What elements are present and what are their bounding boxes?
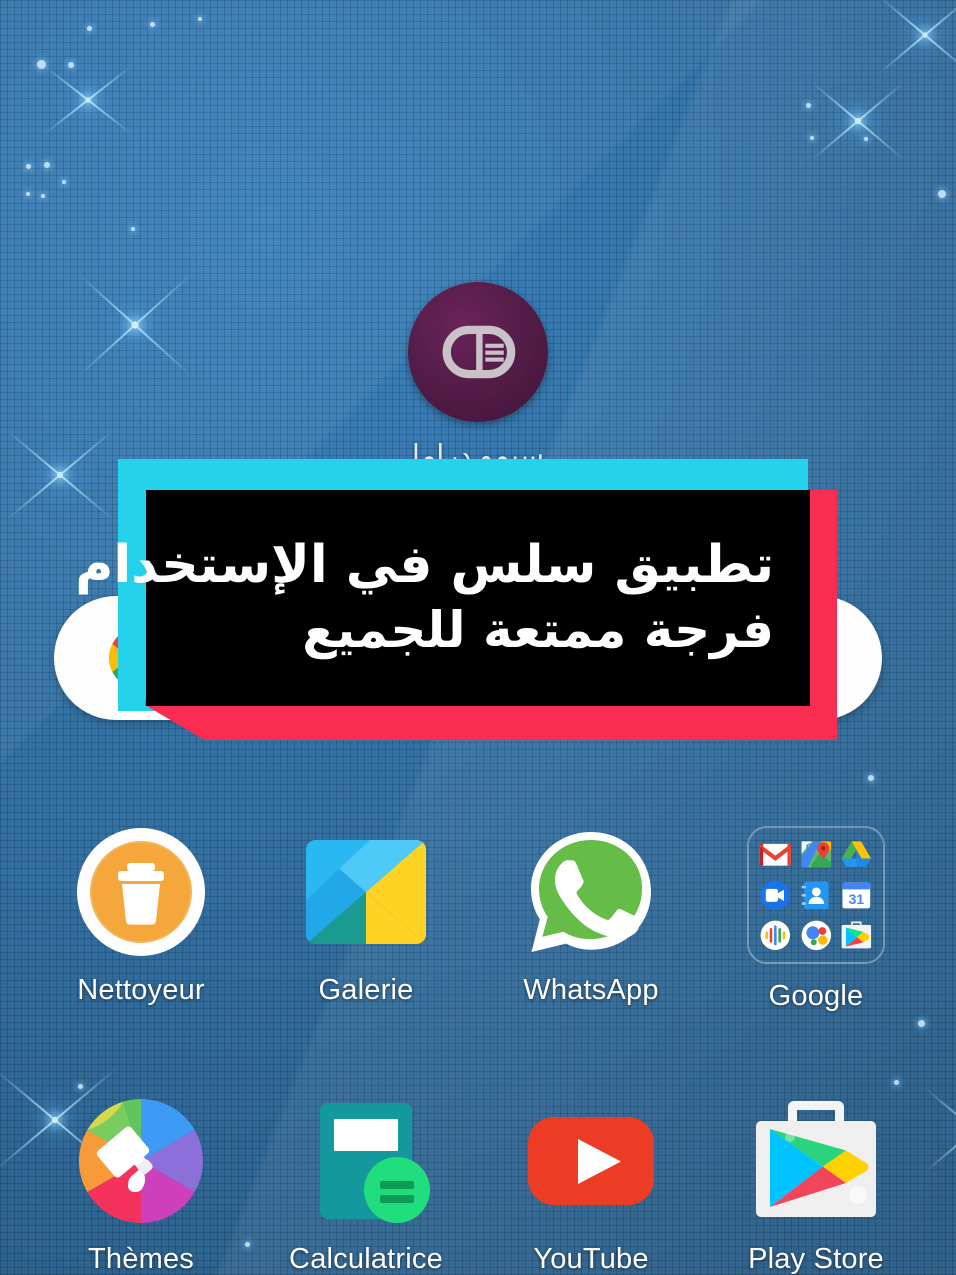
play-store-icon — [750, 1095, 882, 1227]
star-dot-icon — [44, 162, 50, 168]
drive-icon — [841, 841, 872, 867]
maps-icon: G — [801, 841, 831, 868]
calendar-31-icon: 31 — [842, 881, 871, 908]
app-label: Play Store — [748, 1243, 884, 1275]
star-dot-icon — [810, 136, 814, 140]
star-dot-icon — [26, 192, 30, 196]
google-folder-icon: G 31 — [747, 826, 885, 964]
star-sparkle-icon — [938, 98, 956, 248]
app-label: Thèmes — [88, 1243, 194, 1275]
app-label: Calculatrice — [289, 1243, 443, 1275]
star-dot-icon — [868, 775, 874, 781]
app-folder-google[interactable]: G 31 Google — [716, 826, 916, 1013]
podcasts-icon — [760, 920, 791, 951]
promo-banner-panel: تطبيق سلس في الإستخدام فرجة ممتعة للجميع — [75, 490, 810, 706]
duo-icon — [760, 880, 791, 910]
star-sparkle-icon — [28, 40, 148, 160]
star-dot-icon — [198, 17, 202, 21]
star-dot-icon — [245, 1242, 250, 1247]
app-icon-whatsapp[interactable]: WhatsApp — [491, 826, 691, 1007]
app-label: Galerie — [318, 974, 414, 1006]
svg-text:G: G — [806, 842, 813, 853]
gallery-icon — [300, 826, 432, 958]
app-label: WhatsApp — [523, 974, 659, 1006]
star-dot-icon — [78, 1084, 83, 1089]
promo-banner: تطبيق سلس في الإستخدام فرجة ممتعة للجميع — [0, 0, 956, 1275]
star-dot-icon — [918, 1020, 925, 1027]
star-dot-icon — [938, 190, 946, 198]
promo-banner-line-1: تطبيق سلس في الإستخدام — [75, 534, 774, 595]
app-icon-play-store[interactable]: Play Store — [716, 1095, 916, 1275]
app-label: Google — [768, 980, 864, 1012]
youtube-icon — [525, 1095, 657, 1227]
star-dot-icon — [26, 164, 31, 169]
app-icon-nettoyeur[interactable]: Nettoyeur — [41, 826, 241, 1007]
home-screen: سيمو دراما Nettoyeur Galerie WhatsApp G … — [0, 0, 956, 1275]
star-dot-icon — [62, 180, 66, 184]
play-store-mini-icon — [841, 921, 872, 949]
whatsapp-icon — [525, 826, 657, 958]
app-icon-galerie[interactable]: Galerie — [266, 826, 466, 1007]
calculator-icon — [300, 1095, 432, 1227]
star-sparkle-icon — [860, 0, 956, 100]
calendar-day-number: 31 — [849, 891, 865, 907]
star-dot-icon — [894, 1080, 899, 1085]
star-dot-icon — [41, 194, 45, 198]
assistant-icon — [801, 920, 831, 951]
app-label: YouTube — [533, 1243, 649, 1275]
star-dot-icon — [150, 22, 155, 27]
star-dot-icon — [68, 62, 74, 68]
star-dot-icon — [806, 103, 811, 108]
star-sparkle-icon — [60, 250, 210, 400]
cd-monogram-icon — [408, 282, 548, 422]
app-icon-themes[interactable]: Thèmes — [41, 1095, 241, 1275]
app-icon-simo-drama[interactable]: سيمو دراما — [378, 282, 578, 473]
star-dot-icon — [131, 227, 135, 231]
star-sparkle-icon — [793, 56, 923, 186]
app-label: Nettoyeur — [77, 974, 205, 1006]
star-sparkle-icon — [0, 405, 130, 545]
app-icon-youtube[interactable]: YouTube — [491, 1095, 691, 1275]
star-dot-icon — [864, 137, 868, 141]
themes-paintbrush-icon — [75, 1095, 207, 1227]
star-dot-icon — [37, 60, 46, 69]
gmail-icon — [759, 843, 791, 866]
promo-banner-line-2: فرجة ممتعة للجميع — [302, 601, 774, 660]
contacts-icon — [801, 881, 829, 909]
trash-bin-icon — [75, 826, 207, 958]
star-dot-icon — [87, 26, 92, 31]
app-icon-calculatrice[interactable]: Calculatrice — [266, 1095, 466, 1275]
simo-drama-icon-art — [408, 282, 548, 422]
